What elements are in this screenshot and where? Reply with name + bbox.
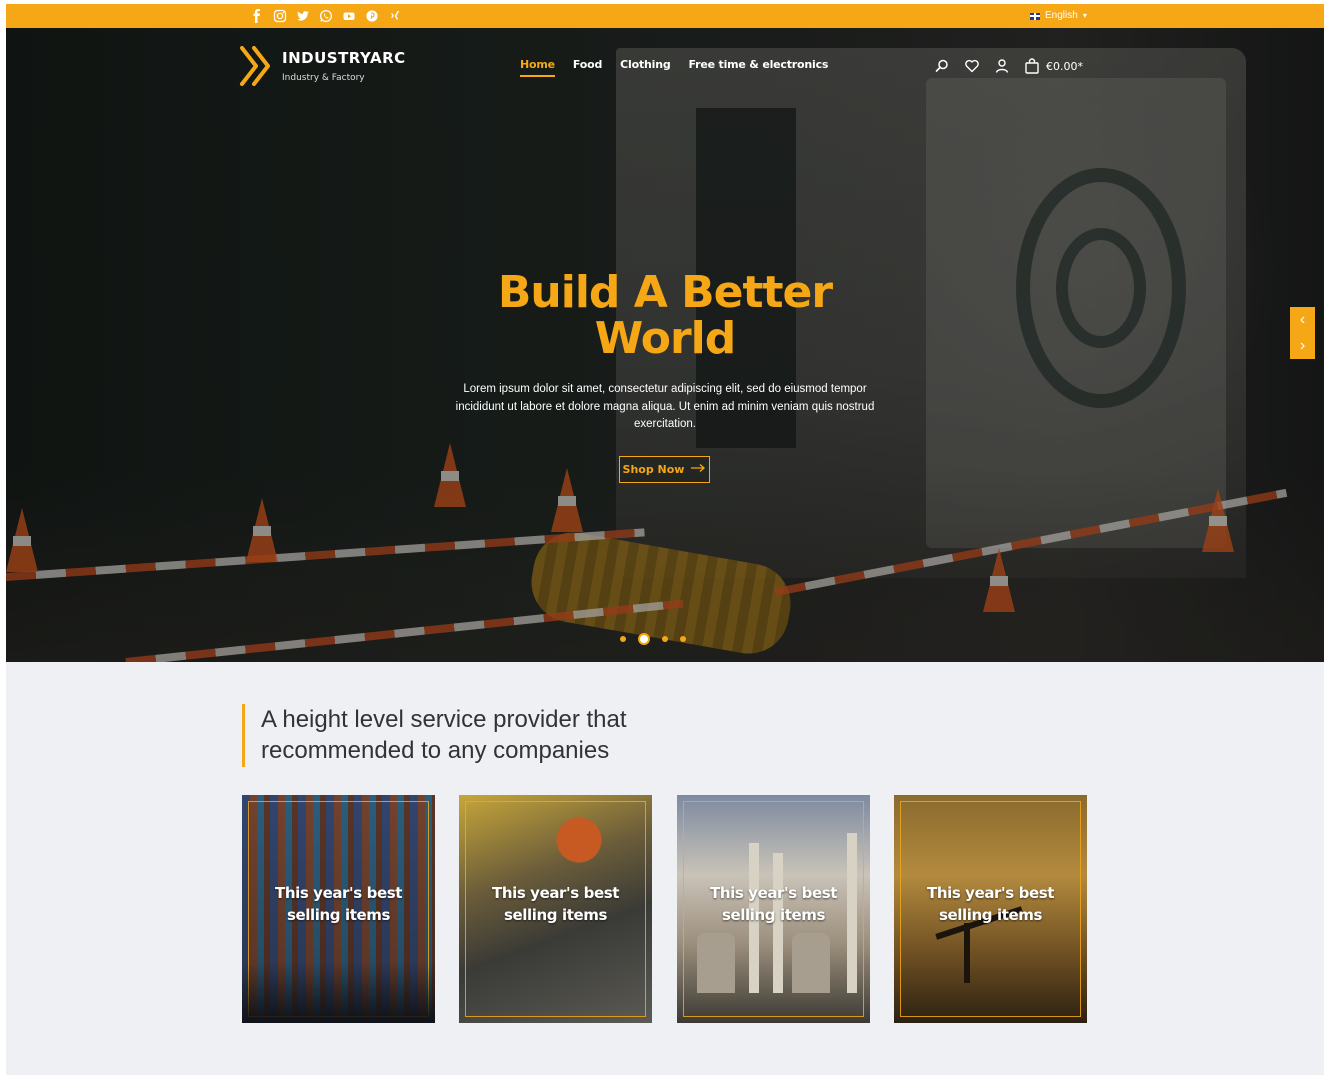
cart-total[interactable]: €0.00* xyxy=(1046,60,1083,73)
promo-card-power-plant[interactable]: This year's best selling items xyxy=(677,795,870,1023)
chevron-down-icon: ▾ xyxy=(1082,11,1087,20)
card-label: This year's best selling items xyxy=(677,882,870,926)
language-selector[interactable]: English ▾ xyxy=(1030,9,1087,23)
language-label: English xyxy=(1045,10,1078,21)
shopping-bag-icon[interactable] xyxy=(1024,58,1040,74)
slider-dots xyxy=(620,633,686,645)
slider-dot-4[interactable] xyxy=(680,636,686,642)
site-logo[interactable]: INDUSTRYARC Industry & Factory xyxy=(236,44,406,88)
chevron-left-icon[interactable]: ‹ xyxy=(1300,311,1305,329)
section-headline: A height level service provider that rec… xyxy=(242,704,712,767)
card-label-line2: selling items xyxy=(503,906,607,924)
slider-dot-2[interactable] xyxy=(638,633,650,645)
nav-item-home[interactable]: Home xyxy=(520,58,555,77)
logo-chevron-icon xyxy=(236,44,276,88)
promo-card-shipping[interactable]: This year's best selling items xyxy=(242,795,435,1023)
promo-card-oil-pump[interactable]: This year's best selling items xyxy=(894,795,1087,1023)
search-icon[interactable] xyxy=(934,58,950,74)
shop-now-label: Shop Now xyxy=(622,463,685,476)
shop-now-button[interactable]: Shop Now xyxy=(619,456,710,483)
uk-flag-icon xyxy=(1030,12,1040,20)
facebook-icon[interactable] xyxy=(250,9,264,23)
card-label-line2: selling items xyxy=(286,906,390,924)
heart-icon[interactable] xyxy=(964,58,980,74)
pinterest-icon[interactable] xyxy=(365,9,379,23)
section-headline-line2: recommended to any companies xyxy=(261,737,610,764)
card-label-line1: This year's best xyxy=(709,884,838,902)
main-navigation: Home Food Clothing Free time & electroni… xyxy=(520,58,828,77)
top-bar: English ▾ xyxy=(6,4,1324,28)
hero-title-line1: Build A Better xyxy=(497,267,833,318)
card-label: This year's best selling items xyxy=(894,882,1087,926)
hero-title: Build A Better World xyxy=(6,270,1324,362)
arrow-right-icon xyxy=(690,463,706,476)
card-label-line1: This year's best xyxy=(491,884,620,902)
hero-description: Lorem ipsum dolor sit amet, consectetur … xyxy=(455,383,875,430)
card-label-line2: selling items xyxy=(938,906,1042,924)
chevron-right-icon[interactable]: › xyxy=(1300,337,1305,355)
youtube-icon[interactable] xyxy=(342,9,356,23)
user-icon[interactable] xyxy=(994,58,1010,74)
promo-card-worker[interactable]: This year's best selling items xyxy=(459,795,652,1023)
slider-arrows: ‹ › xyxy=(1290,307,1315,359)
section-headline-line1: A height level service provider that xyxy=(261,706,627,733)
social-links xyxy=(250,9,402,23)
logo-title: INDUSTRYARC xyxy=(282,49,406,67)
nav-item-clothing[interactable]: Clothing xyxy=(620,58,671,77)
card-label: This year's best selling items xyxy=(459,882,652,926)
nav-item-free-time-electronics[interactable]: Free time & electronics xyxy=(689,58,829,77)
xing-icon[interactable] xyxy=(388,9,402,23)
card-label-line1: This year's best xyxy=(926,884,1055,902)
card-label: This year's best selling items xyxy=(242,882,435,926)
header-actions: €0.00* xyxy=(934,58,1083,74)
twitter-icon[interactable] xyxy=(296,9,310,23)
slider-dot-3[interactable] xyxy=(662,636,668,642)
whatsapp-icon[interactable] xyxy=(319,9,333,23)
card-label-line1: This year's best xyxy=(274,884,403,902)
nav-item-food[interactable]: Food xyxy=(573,58,602,77)
logo-subtitle: Industry & Factory xyxy=(282,73,365,83)
hero-title-line2: World xyxy=(594,313,736,364)
card-label-line2: selling items xyxy=(721,906,825,924)
slider-dot-1[interactable] xyxy=(620,636,626,642)
instagram-icon[interactable] xyxy=(273,9,287,23)
